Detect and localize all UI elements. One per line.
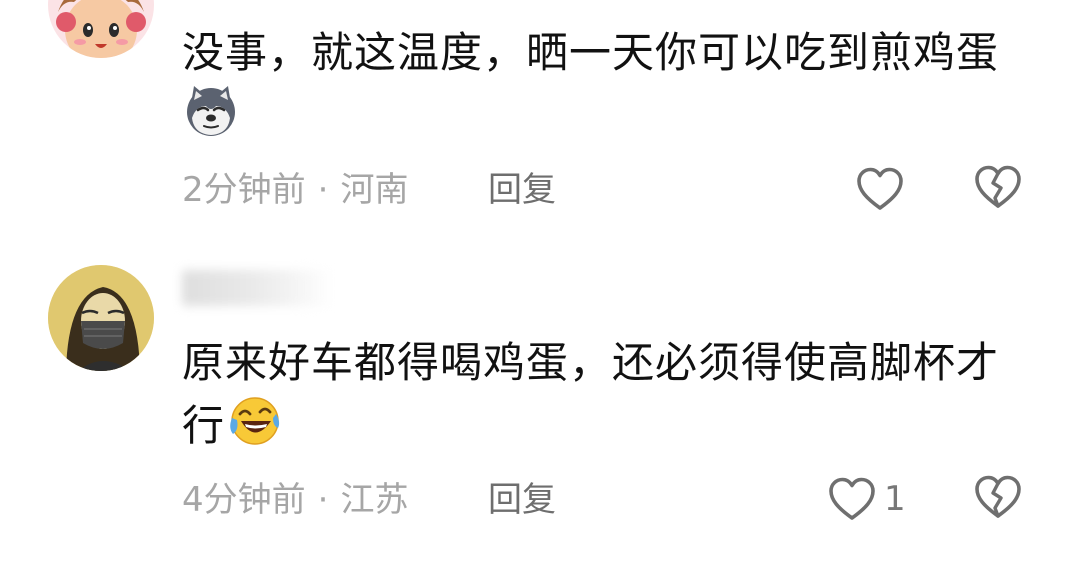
like-count: 1 <box>884 479 906 519</box>
comment-item: 原来好车都得喝鸡蛋，还必须得使高脚杯才行 4分钟前 · 江苏 回复 1 <box>0 240 1079 571</box>
dislike-button[interactable] <box>974 474 1024 524</box>
like-button[interactable] <box>856 164 912 214</box>
username-blurred[interactable] <box>182 270 332 306</box>
like-button[interactable]: 1 <box>828 474 906 524</box>
laughing-crying-emoji-icon <box>227 394 281 448</box>
comment-location: 河南 <box>340 170 409 210</box>
heart-outline-icon <box>857 167 903 210</box>
avatar[interactable] <box>48 0 154 58</box>
comment-time: 2分钟前 <box>182 170 306 210</box>
comment-time: 4分钟前 <box>182 480 306 520</box>
cartoon-girl-avatar-image <box>48 0 154 58</box>
meta-separator: · <box>317 480 329 520</box>
comment-meta: 4分钟前 · 江苏 <box>182 480 408 520</box>
masked-woman-avatar-image <box>48 265 154 371</box>
comment-location: 江苏 <box>340 480 409 520</box>
comment-list: 没事，就这温度，晒一天你可以吃到煎鸡蛋 2分钟前 · 河南 回复 原来好车都得喝… <box>0 0 1079 571</box>
comment-item: 没事，就这温度，晒一天你可以吃到煎鸡蛋 2分钟前 · 河南 回复 <box>0 0 1079 240</box>
husky-dog-emoji-icon <box>184 84 238 138</box>
avatar[interactable] <box>48 265 154 371</box>
reply-button[interactable]: 回复 <box>488 170 556 210</box>
comment-meta: 2分钟前 · 河南 <box>182 170 408 210</box>
broken-heart-icon <box>975 475 1021 518</box>
broken-heart-icon <box>975 165 1021 208</box>
dislike-button[interactable] <box>974 164 1024 214</box>
comment-text: 没事，就这温度，晒一天你可以吃到煎鸡蛋 <box>182 22 1012 147</box>
reply-button[interactable]: 回复 <box>488 480 556 520</box>
heart-outline-icon <box>829 477 875 520</box>
comment-text: 原来好车都得喝鸡蛋，还必须得使高脚杯才行 <box>182 338 1000 450</box>
meta-separator: · <box>317 170 329 210</box>
